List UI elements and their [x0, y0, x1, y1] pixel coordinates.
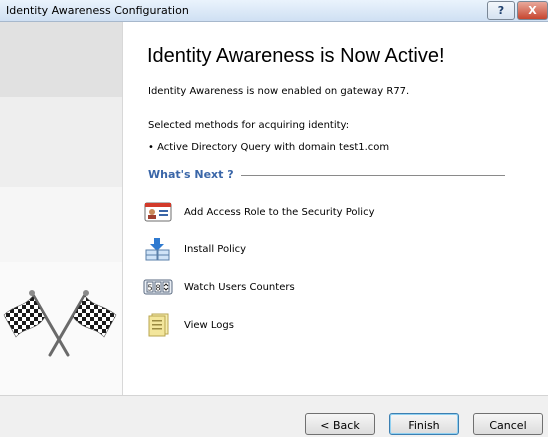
logs-icon	[148, 313, 169, 337]
watch-users-counters-label: Watch Users Counters	[184, 281, 295, 293]
page-title: Identity Awareness is Now Active!	[147, 45, 445, 67]
add-access-role-label: Add Access Role to the Security Policy	[184, 206, 375, 218]
view-logs-link[interactable]: View Logs	[143, 313, 234, 337]
whats-next-heading: What's Next ?	[148, 168, 234, 181]
cancel-button[interactable]: Cancel	[473, 413, 543, 435]
view-logs-label: View Logs	[184, 319, 234, 331]
left-decorative-panel	[0, 22, 123, 395]
panel-band	[0, 97, 122, 187]
method-list-item: • Active Directory Query with domain tes…	[148, 142, 390, 153]
button-bar: < Back Finish Cancel	[0, 395, 548, 437]
close-button[interactable]: X	[517, 1, 548, 20]
main-content: Identity Awareness is Now Active! Identi…	[123, 22, 548, 395]
help-icon: ?	[497, 4, 505, 17]
wizard-window: Identity Awareness Configuration ? X Ide…	[0, 0, 548, 437]
section-divider	[241, 175, 505, 176]
access-role-card-icon	[144, 202, 172, 222]
checkered-flags-icon	[3, 290, 117, 357]
title-bar: Identity Awareness Configuration ? X	[0, 0, 548, 22]
add-access-role-link[interactable]: Add Access Role to the Security Policy	[143, 200, 375, 224]
methods-label: Selected methods for acquiring identity:	[148, 120, 350, 131]
counter-icon: 5 8	[143, 279, 173, 295]
help-button[interactable]: ?	[487, 1, 515, 20]
finish-button[interactable]: Finish	[389, 413, 459, 435]
panel-band	[0, 22, 122, 97]
install-policy-icon	[145, 238, 170, 261]
back-button[interactable]: < Back	[305, 413, 375, 435]
watch-users-counters-link[interactable]: 5 8 Watch Users Counters	[143, 275, 295, 299]
window-title: Identity Awareness Configuration	[6, 4, 189, 17]
panel-band	[0, 187, 122, 262]
install-policy-label: Install Policy	[184, 243, 247, 255]
svg-text:8: 8	[155, 284, 160, 293]
close-icon: X	[528, 4, 537, 17]
enabled-status-text: Identity Awareness is now enabled on gat…	[148, 86, 410, 97]
svg-text:5: 5	[147, 284, 152, 293]
install-policy-link[interactable]: Install Policy	[143, 237, 246, 261]
